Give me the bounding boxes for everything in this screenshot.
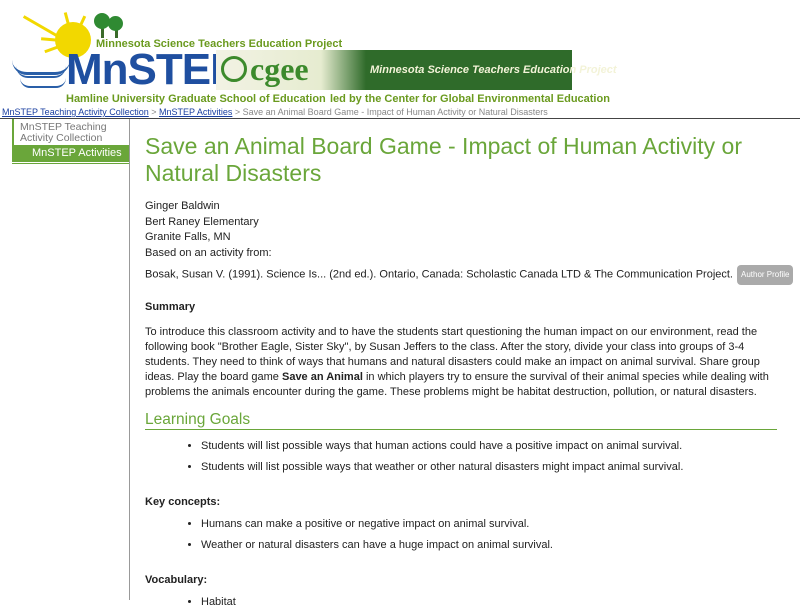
- header-led-by: led by the Center for Global Environment…: [330, 93, 610, 105]
- globe-icon: [221, 56, 247, 82]
- author-name: Ginger Baldwin: [145, 200, 220, 212]
- header-subtitle: Hamline University Graduate School of Ed…: [66, 93, 326, 105]
- main-content: Save an Animal Board Game - Impact of Hu…: [145, 133, 794, 613]
- vocabulary-heading: Vocabulary:: [145, 573, 208, 586]
- page-title: Save an Animal Board Game - Impact of Hu…: [145, 133, 742, 186]
- vocabulary-list: Habitat: [145, 592, 785, 613]
- breadcrumb: MnSTEP Teaching Activity Collection > Mn…: [2, 107, 548, 117]
- based-on-label: Based on an activity from:: [145, 246, 272, 259]
- author-profile-button[interactable]: Author Profile: [737, 265, 794, 285]
- author-school: Bert Raney Elementary: [145, 215, 259, 228]
- list-item: Humans can make a positive or negative i…: [201, 514, 785, 535]
- site-banner[interactable]: Minnesota Science Teachers Education Pro…: [0, 0, 800, 107]
- breadcrumb-current: Save an Animal Board Game - Impact of Hu…: [242, 107, 548, 117]
- citation: Bosak, Susan V. (1991). Science Is... (2…: [145, 265, 794, 285]
- sidebar: MnSTEP Teaching Activity Collection MnST…: [12, 119, 129, 164]
- sidebar-item-collection[interactable]: MnSTEP Teaching Activity Collection: [12, 119, 129, 145]
- key-concepts-heading: Key concepts:: [145, 495, 221, 508]
- game-name: Save an Animal: [281, 370, 363, 383]
- list-item: Students will list possible ways that we…: [201, 457, 785, 478]
- learning-goals-heading: Learning Goals: [145, 410, 777, 430]
- breadcrumb-link-collection[interactable]: MnSTEP Teaching Activity Collection: [2, 107, 149, 117]
- breadcrumb-link-activities[interactable]: MnSTEP Activities: [159, 107, 232, 117]
- list-item: Habitat: [201, 592, 785, 613]
- mnstep-logo[interactable]: MnSTEP: [66, 46, 239, 94]
- author-info: Ginger Baldwin Bert Raney Elementary Gra…: [145, 199, 794, 285]
- key-concepts-list: Humans can make a positive or negative i…: [145, 514, 785, 556]
- summary-text: To introduce this classroom activity and…: [145, 325, 769, 398]
- cgee-project-text: Minnesota Science Teachers Education Pro…: [370, 64, 617, 76]
- summary-heading: Summary: [145, 300, 196, 313]
- sidebar-item-activities[interactable]: MnSTEP Activities: [29, 145, 129, 162]
- cgee-logo: cgee: [250, 51, 309, 87]
- list-item: Weather or natural disasters can have a …: [201, 535, 785, 556]
- author-location: Granite Falls, MN: [145, 231, 231, 243]
- sidebar-divider: [129, 119, 130, 600]
- goals-list: Students will list possible ways that hu…: [145, 436, 785, 478]
- list-item: Students will list possible ways that hu…: [201, 436, 785, 457]
